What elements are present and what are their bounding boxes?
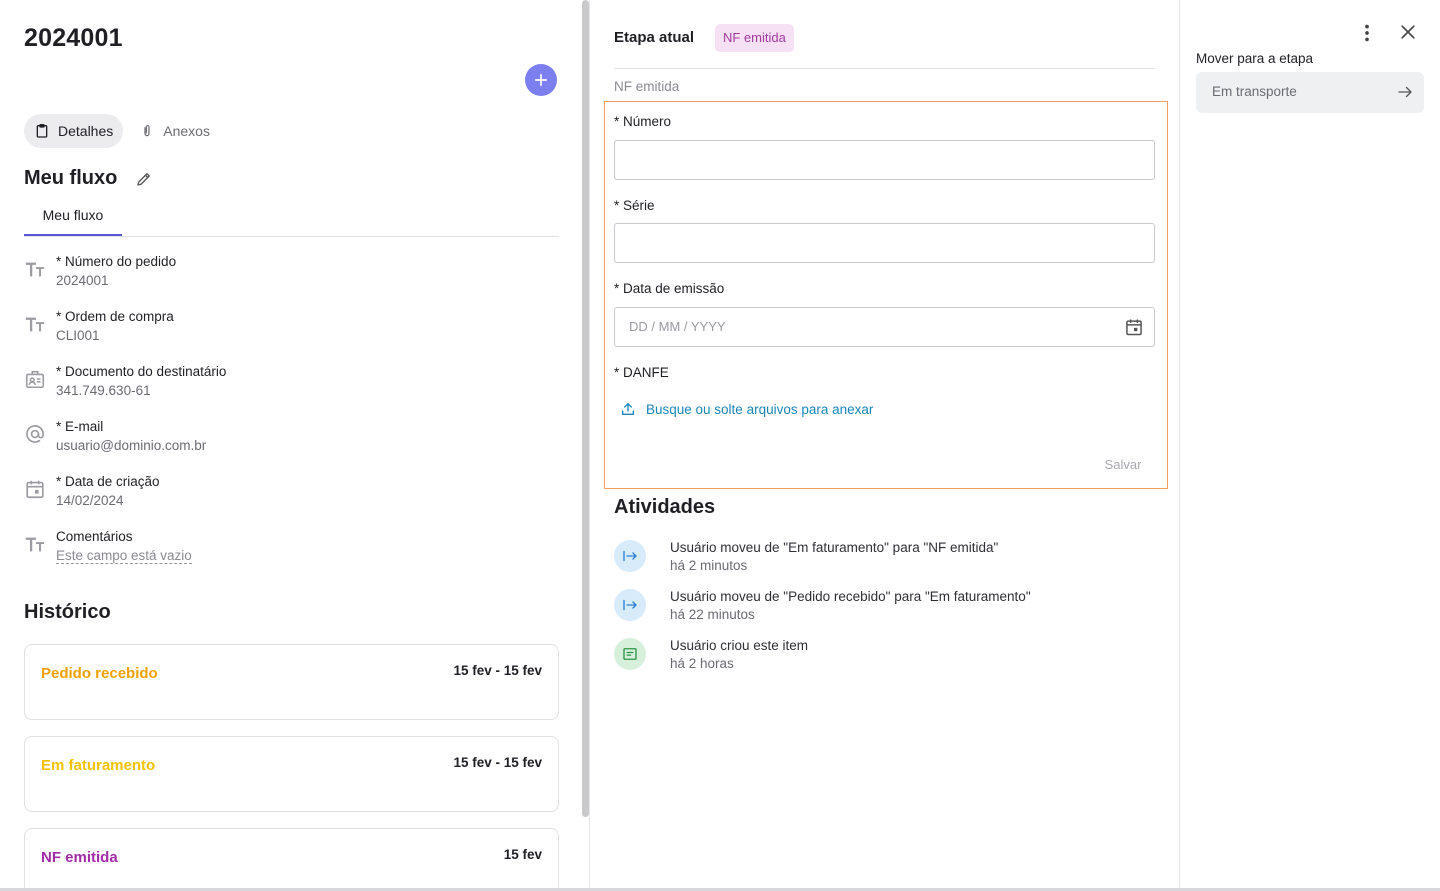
details-tabs: Detalhes Anexos [24,114,220,148]
id-card-icon [25,370,45,389]
field-value-empty[interactable]: Este campo está vazio [56,548,192,564]
activity-item: Usuário moveu de "Em faturamento" para "… [614,540,1174,580]
move-arrow-icon [614,540,646,572]
field-creation-date[interactable]: * Data de criação 14/02/2024 [24,474,559,519]
history-card-pedido-recebido[interactable]: Pedido recebido 15 fev - 15 fev [24,644,559,720]
text-type-icon [25,317,45,332]
history-stage-name: Em faturamento [41,757,156,774]
stage-form-caption: NF emitida [614,79,680,94]
activity-time: há 2 horas [670,656,734,671]
tab-details-label: Detalhes [58,123,114,139]
data-emissao-input[interactable]: DD / MM / YYYY [614,307,1155,347]
close-icon[interactable] [1398,22,1418,42]
danfe-label: * DANFE [614,365,669,380]
field-label: * Ordem de compra [56,309,174,324]
more-vertical-icon[interactable] [1356,22,1378,44]
move-to-stage-button[interactable]: Em transporte [1196,72,1424,113]
field-value: 14/02/2024 [56,493,124,508]
tab-meu-fluxo[interactable]: Meu fluxo [24,200,122,236]
upload-dropzone[interactable]: Busque ou solte arquivos para anexar [620,401,873,417]
paperclip-icon [144,125,150,137]
move-to-stage-label: Mover para a etapa [1196,51,1314,66]
history-stage-dates: 15 fev [503,847,542,862]
text-type-icon [25,537,45,552]
numero-label: * Número [614,114,672,129]
pencil-icon[interactable] [135,170,153,188]
field-value: CLI001 [56,328,100,343]
text-type-icon [25,262,45,277]
tab-details[interactable]: Detalhes [24,114,124,148]
tab-attachments[interactable]: Anexos [129,114,220,148]
date-placeholder: DD / MM / YYYY [629,319,726,334]
history-card-nf-emitida[interactable]: NF emitida 15 fev [24,828,559,891]
divider [1179,0,1180,891]
activity-item: Usuário criou este item há 2 horas [614,638,1174,678]
history-card-em-faturamento[interactable]: Em faturamento 15 fev - 15 fev [24,736,559,812]
field-email[interactable]: * E-mail usuario@dominio.com.br [24,419,559,464]
move-arrow-icon [614,589,646,621]
calendar-icon [26,480,44,499]
flow-tabs: Meu fluxo [24,200,559,237]
item-title: 2024001 [24,24,123,52]
field-label: * Data de criação [56,474,160,489]
arrow-right-icon [1398,86,1412,98]
upload-icon [622,403,634,415]
item-details-panel: 2024001 Detalhes Anexos Meu fluxo Meu fl… [0,0,582,891]
activity-item: Usuário moveu de "Pedido recebido" para … [614,589,1174,629]
field-value: usuario@dominio.com.br [56,438,207,453]
field-order-number[interactable]: * Número do pedido 2024001 [24,254,559,299]
activity-text: Usuário moveu de "Pedido recebido" para … [670,589,1031,604]
field-label: * Documento do destinatário [56,364,227,379]
plus-icon [534,73,548,87]
clipboard-icon [36,124,48,138]
save-button[interactable]: Salvar [1095,457,1151,477]
tab-attachments-label: Anexos [163,123,210,139]
field-recipient-document[interactable]: * Documento do destinatário 341.749.630-… [24,364,559,409]
field-label: * Número do pedido [56,254,177,269]
serie-label: * Série [614,198,655,213]
field-value: 341.749.630-61 [56,383,151,398]
add-button[interactable] [525,64,557,96]
history-stage-dates: 15 fev - 15 fev [453,663,542,678]
flow-title: Meu fluxo [24,167,118,189]
data-emissao-label: * Data de emissão [614,281,725,296]
field-value: 2024001 [56,273,109,288]
current-stage-badge: NF emitida [715,24,794,52]
field-label: Comentários [56,529,133,544]
history-stage-dates: 15 fev - 15 fev [453,755,542,770]
upload-text: Busque ou solte arquivos para anexar [646,401,874,417]
field-comments[interactable]: Comentários Este campo está vazio [24,529,559,574]
current-stage-label: Etapa atual [614,29,695,46]
serie-input[interactable] [614,223,1155,263]
activity-text: Usuário criou este item [670,638,809,653]
calendar-icon[interactable] [1124,317,1144,337]
divider [614,68,1155,69]
card-created-icon [614,638,646,670]
left-scrollbar[interactable] [582,0,589,817]
activity-time: há 22 minutos [670,607,755,622]
history-title: Histórico [24,601,111,623]
field-label: * E-mail [56,419,104,434]
divider [589,0,590,891]
at-sign-icon [26,425,44,443]
numero-input[interactable] [614,140,1155,180]
activities-title: Atividades [614,496,716,518]
activity-time: há 2 minutos [670,558,748,573]
history-stage-name: NF emitida [41,849,118,866]
activity-text: Usuário moveu de "Em faturamento" para "… [670,540,999,555]
field-purchase-order[interactable]: * Ordem de compra CLI001 [24,309,559,354]
history-stage-name: Pedido recebido [41,665,158,682]
move-target-stage: Em transporte [1212,84,1297,99]
